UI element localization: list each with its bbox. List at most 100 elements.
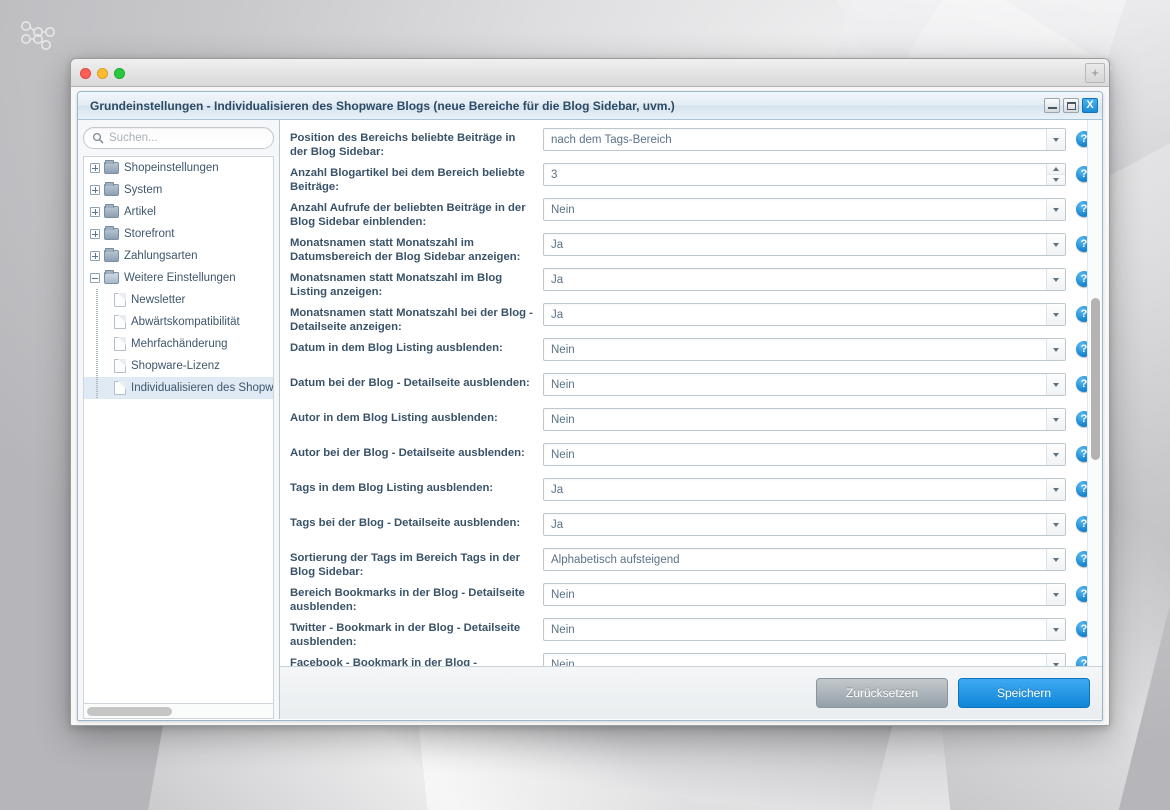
search-input[interactable]: Suchen... (83, 127, 274, 149)
field-label: Monatsnamen statt Monatszahl bei der Blo… (290, 307, 533, 333)
field-label: Autor in dem Blog Listing ausblenden: (290, 412, 498, 424)
chevron-down-icon[interactable] (1046, 444, 1065, 465)
browser-window: + Grundeinstellungen - Individualisieren… (70, 58, 1110, 726)
minimize-button[interactable] (1044, 98, 1060, 113)
app-window: Grundeinstellungen - Individualisieren d… (77, 91, 1103, 721)
save-button[interactable]: Speichern (958, 678, 1090, 708)
expand-icon[interactable] (90, 207, 100, 217)
folder-icon (104, 270, 119, 284)
select-field[interactable]: Nein (543, 443, 1066, 466)
select-field[interactable]: Ja (543, 268, 1066, 291)
tree-item-mehrfach-nderung[interactable]: Mehrfachänderung (84, 333, 273, 355)
chevron-down-icon[interactable] (1046, 549, 1065, 570)
sidebar-horizontal-scrollbar[interactable] (83, 704, 274, 719)
reset-button[interactable]: Zurücksetzen (816, 678, 948, 708)
tree-item-shopware-lizenz[interactable]: Shopware-Lizenz (84, 355, 273, 377)
file-icon (114, 337, 126, 351)
chevron-down-icon[interactable] (1046, 374, 1065, 395)
field-label: Position des Bereichs beliebte Beiträge … (290, 132, 516, 158)
select-field[interactable]: Ja (543, 478, 1066, 501)
chevron-down-icon[interactable] (1046, 479, 1065, 500)
expand-icon[interactable] (90, 229, 100, 239)
scrollbar-thumb[interactable] (87, 707, 172, 716)
collapse-icon[interactable] (90, 273, 100, 283)
form-row: Facebook - Bookmark in der Blog - Detail… (280, 651, 1102, 666)
expand-icon[interactable] (90, 185, 100, 195)
field-wrapper: Nein (543, 581, 1066, 606)
tree-item-artikel[interactable]: Artikel (84, 201, 273, 223)
tree-item-zahlungsarten[interactable]: Zahlungsarten (84, 245, 273, 267)
traffic-light-maximize-icon[interactable] (114, 68, 125, 79)
field-value: Ja (551, 518, 564, 531)
select-field[interactable]: Ja (543, 233, 1066, 256)
chevron-down-icon[interactable] (1046, 339, 1065, 360)
expand-icon[interactable] (90, 163, 100, 173)
chevron-down-icon[interactable] (1046, 304, 1065, 325)
browser-chrome: + (71, 59, 1109, 87)
chevron-down-icon[interactable] (1046, 619, 1065, 640)
tree-item-label: Storefront (124, 228, 175, 240)
field-wrapper: Ja (543, 231, 1066, 256)
chevron-down-icon[interactable] (1046, 129, 1065, 150)
app-body: Suchen... Shopeinstellungen System Artikel… (78, 120, 1102, 719)
folder-icon (104, 204, 119, 218)
tree-item-individualisieren-des-shopwar[interactable]: Individualisieren des Shopwar (84, 377, 273, 399)
chevron-down-icon[interactable] (1046, 199, 1065, 220)
chevron-down-icon[interactable] (1046, 514, 1065, 535)
chevron-down-icon[interactable] (1046, 654, 1065, 666)
select-field[interactable]: Nein (543, 373, 1066, 396)
chevron-down-icon[interactable] (1046, 584, 1065, 605)
tree-item-label: Individualisieren des Shopwar (131, 382, 274, 394)
form-row: Monatsnamen statt Monatszahl im Blog Lis… (280, 266, 1102, 301)
form-row: Bereich Bookmarks in der Blog - Detailse… (280, 581, 1102, 616)
traffic-light-minimize-icon[interactable] (97, 68, 108, 79)
tree-item-label: System (124, 184, 163, 196)
field-label: Datum in dem Blog Listing ausblenden: (290, 342, 503, 354)
number-stepper[interactable]: 3 (543, 163, 1066, 186)
select-field[interactable]: Nein (543, 653, 1066, 666)
chevron-down-icon[interactable] (1046, 234, 1065, 255)
select-field[interactable]: Nein (543, 408, 1066, 431)
spinner-control[interactable] (1046, 164, 1065, 185)
field-value: Nein (551, 588, 575, 601)
form-row: Anzahl Blogartikel bei dem Bereich belie… (280, 161, 1102, 196)
tree-item-newsletter[interactable]: Newsletter (84, 289, 273, 311)
select-field[interactable]: Nein (543, 198, 1066, 221)
tree-guide-line (90, 355, 104, 377)
field-value: Ja (551, 238, 564, 251)
tree-item-label: Shopware-Lizenz (131, 360, 220, 372)
field-wrapper: Nein (543, 441, 1066, 466)
select-field[interactable]: Nein (543, 338, 1066, 361)
field-label: Monatsnamen statt Monatszahl im Datumsbe… (290, 237, 521, 263)
new-tab-button[interactable]: + (1085, 63, 1105, 83)
traffic-light-close-icon[interactable] (80, 68, 91, 79)
spinner-down-icon[interactable] (1047, 175, 1065, 185)
spinner-up-icon[interactable] (1047, 164, 1065, 175)
field-label: Twitter - Bookmark in der Blog - Details… (290, 622, 521, 648)
tree-item-system[interactable]: System (84, 179, 273, 201)
tree-item-weitere-einstellungen[interactable]: Weitere Einstellungen (84, 267, 273, 289)
chevron-down-icon[interactable] (1046, 409, 1065, 430)
tree-item-shopeinstellungen[interactable]: Shopeinstellungen (84, 157, 273, 179)
chevron-down-icon[interactable] (1046, 269, 1065, 290)
form-vertical-scrollbar[interactable] (1087, 120, 1102, 666)
field-value: Nein (551, 203, 575, 216)
expand-icon[interactable] (90, 251, 100, 261)
select-field[interactable]: Alphabetisch aufsteigend (543, 548, 1066, 571)
field-label: Anzahl Aufrufe der beliebten Beiträge in… (290, 202, 526, 228)
select-field[interactable]: Ja (543, 303, 1066, 326)
tree-item-abw-rtskompatibilit-t[interactable]: Abwärtskompatibilität (84, 311, 273, 333)
file-icon (114, 315, 126, 329)
select-field[interactable]: Ja (543, 513, 1066, 536)
app-titlebar: Grundeinstellungen - Individualisieren d… (78, 92, 1102, 120)
select-field[interactable]: Nein (543, 583, 1066, 606)
select-field[interactable]: Nein (543, 618, 1066, 641)
close-button[interactable]: X (1082, 98, 1098, 113)
form-row: Autor bei der Blog - Detailseite ausblen… (280, 441, 1102, 476)
select-field[interactable]: nach dem Tags-Bereich (543, 128, 1066, 151)
field-value: Nein (551, 623, 575, 636)
scrollbar-thumb[interactable] (1091, 298, 1100, 460)
maximize-button[interactable] (1063, 98, 1079, 113)
form-row: Tags bei der Blog - Detailseite ausblend… (280, 511, 1102, 546)
tree-item-storefront[interactable]: Storefront (84, 223, 273, 245)
